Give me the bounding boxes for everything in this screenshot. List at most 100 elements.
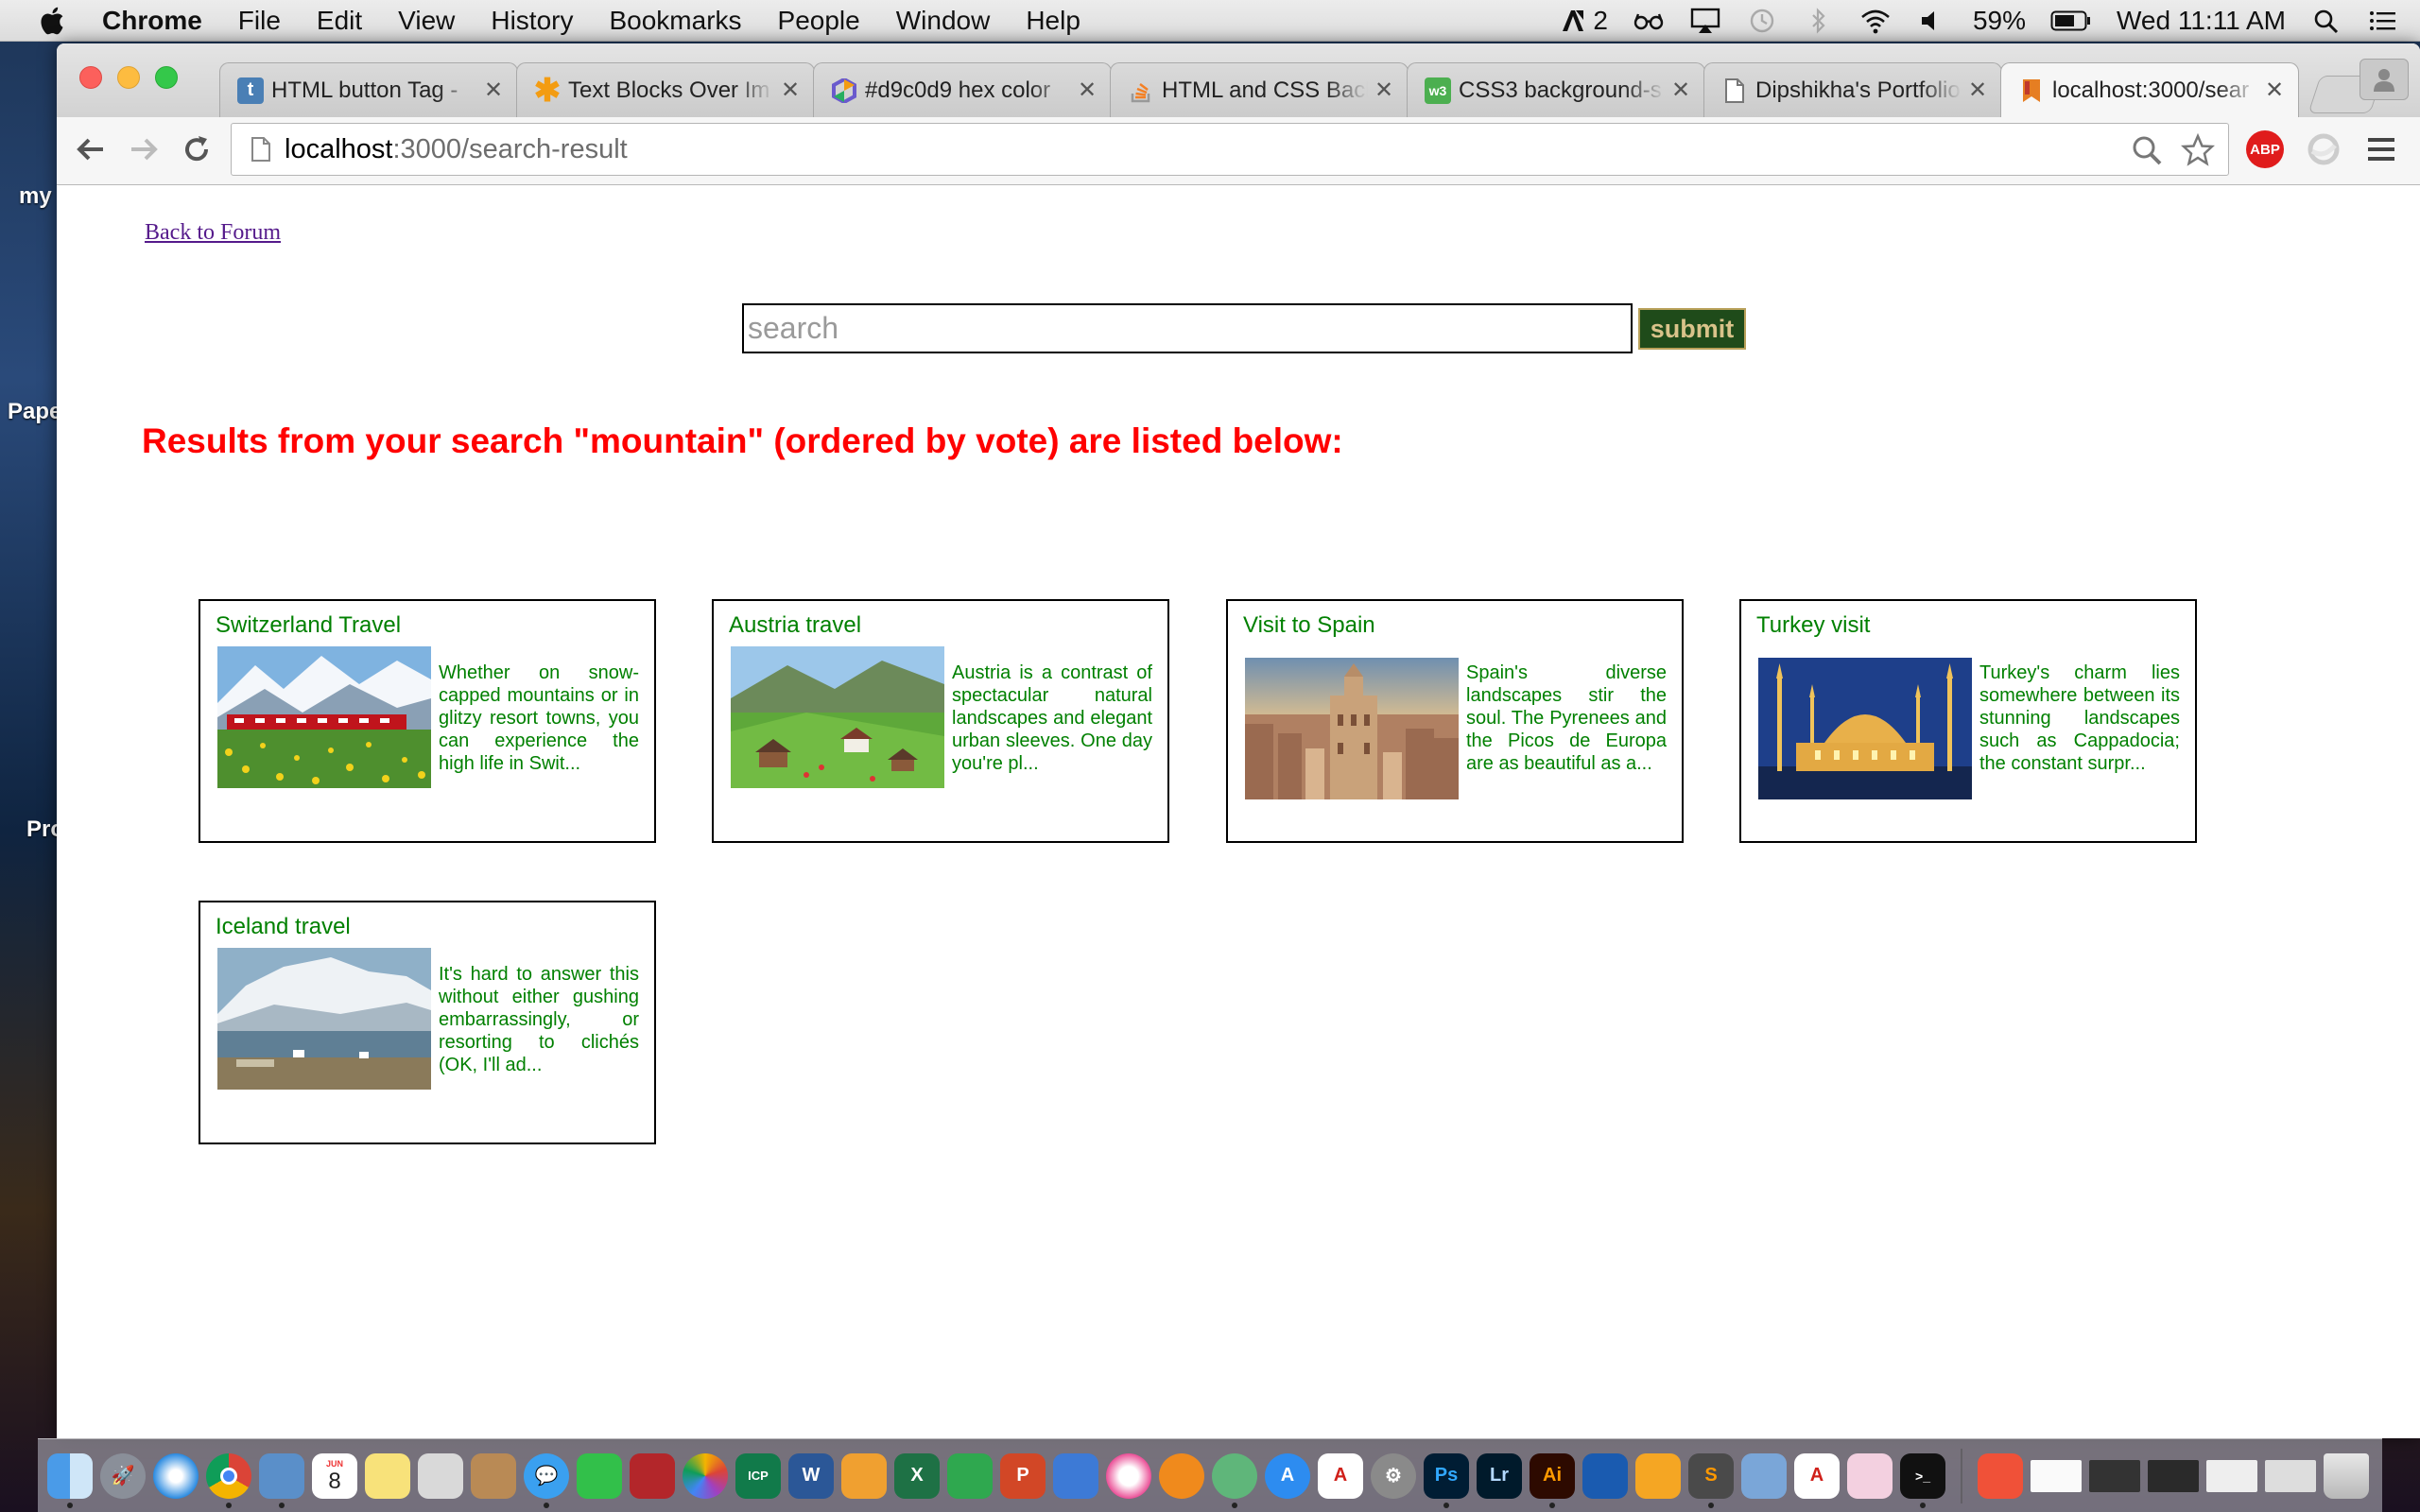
finder-icon[interactable] xyxy=(47,1452,93,1508)
wifi-icon[interactable] xyxy=(1859,7,1892,35)
acrobat-reader-icon[interactable]: A xyxy=(1794,1452,1840,1499)
result-title[interactable]: Iceland travel xyxy=(216,914,351,940)
close-tab-icon[interactable]: ✕ xyxy=(1374,77,1394,104)
close-tab-icon[interactable]: ✕ xyxy=(1077,77,1098,104)
forward-button[interactable] xyxy=(125,130,163,168)
profile-button[interactable] xyxy=(2360,59,2409,100)
keynote-icon[interactable] xyxy=(1053,1452,1098,1499)
glasses-icon[interactable] xyxy=(1633,7,1665,35)
facetime-icon[interactable] xyxy=(577,1452,622,1499)
zoom-window-button[interactable] xyxy=(155,66,178,89)
excel-icon[interactable]: X xyxy=(894,1452,940,1499)
flower-app-icon[interactable] xyxy=(1847,1452,1893,1499)
result-card[interactable]: Austria travel Austria is a contrast of … xyxy=(712,599,1169,843)
desktop-item-label[interactable]: Pape xyxy=(8,399,61,425)
browser-tab[interactable]: Dipshikha's Portfolio ✕ xyxy=(1703,62,2002,117)
menu-file[interactable]: File xyxy=(238,6,281,36)
close-tab-icon[interactable]: ✕ xyxy=(1670,77,1691,104)
photoshop-icon[interactable]: Ps xyxy=(1424,1452,1469,1508)
menu-bookmarks[interactable]: Bookmarks xyxy=(609,6,741,36)
window-thumb-3[interactable] xyxy=(2148,1459,2199,1492)
window-thumb-5[interactable] xyxy=(2265,1459,2316,1492)
bluetooth-icon[interactable] xyxy=(1803,7,1835,35)
result-title[interactable]: Visit to Spain xyxy=(1243,612,1375,639)
window-thumb-1[interactable] xyxy=(2031,1459,2082,1492)
acrobat-icon[interactable]: A xyxy=(1318,1452,1363,1499)
search-input[interactable] xyxy=(742,303,1633,353)
swift-icon[interactable] xyxy=(1978,1452,2023,1499)
battery-percent[interactable]: 59% xyxy=(1973,6,2026,36)
apple-icon[interactable] xyxy=(38,5,70,37)
browser-tab[interactable]: w3 CSS3 background-s ✕ xyxy=(1407,62,1705,117)
battery-icon[interactable] xyxy=(2050,9,2092,33)
reload-button[interactable] xyxy=(178,130,216,168)
icp-icon[interactable]: ICP xyxy=(735,1452,781,1499)
close-tab-icon[interactable]: ✕ xyxy=(780,77,801,104)
menu-people[interactable]: People xyxy=(778,6,860,36)
adblock-plus-icon[interactable]: ABP xyxy=(2246,130,2284,168)
preview-app-icon[interactable] xyxy=(1741,1452,1787,1499)
close-tab-icon[interactable]: ✕ xyxy=(483,77,504,104)
browser-tab[interactable]: #d9c0d9 hex color ✕ xyxy=(813,62,1112,117)
contacts-icon[interactable] xyxy=(471,1452,516,1499)
time-machine-icon[interactable] xyxy=(1746,7,1778,35)
photo-booth-icon[interactable] xyxy=(630,1452,675,1499)
sublime-icon[interactable]: S xyxy=(1688,1452,1734,1508)
result-card[interactable]: Switzerland Travel Whether on snow-cappe… xyxy=(199,599,656,843)
preview-icon[interactable] xyxy=(259,1452,304,1508)
window-thumb-4[interactable] xyxy=(2206,1459,2257,1492)
clock[interactable]: Wed 11:11 AM xyxy=(2117,6,2286,36)
close-tab-icon[interactable]: ✕ xyxy=(1967,77,1988,104)
word-icon[interactable]: W xyxy=(788,1452,834,1499)
result-card[interactable]: Turkey visit Turkey's charm lies somewhe… xyxy=(1739,599,2197,843)
result-title[interactable]: Turkey visit xyxy=(1756,612,1870,639)
extension-icon[interactable] xyxy=(2305,130,2342,168)
terminal-icon[interactable]: >_ xyxy=(1900,1452,1945,1508)
sourcetree-icon[interactable] xyxy=(1582,1452,1628,1499)
menu-help[interactable]: Help xyxy=(1026,6,1080,36)
photos-icon[interactable] xyxy=(683,1452,728,1499)
atom-icon[interactable] xyxy=(1212,1452,1257,1508)
browser-tab[interactable]: HTML and CSS Back ✕ xyxy=(1110,62,1409,117)
illustrator-icon[interactable]: Ai xyxy=(1530,1452,1575,1508)
adobe-notification-icon[interactable]: 2 xyxy=(1557,6,1608,36)
result-title[interactable]: Switzerland Travel xyxy=(216,612,401,639)
sketch-icon[interactable] xyxy=(1635,1452,1681,1499)
desktop-item-label[interactable]: my xyxy=(19,183,52,210)
browser-tab-active[interactable]: localhost:3000/sear ✕ xyxy=(2000,62,2299,117)
lightroom-icon[interactable]: Lr xyxy=(1477,1452,1522,1499)
messages-icon[interactable]: 💬 xyxy=(524,1452,569,1508)
app-store-icon[interactable]: A xyxy=(1265,1452,1310,1499)
window-thumb-2[interactable] xyxy=(2089,1459,2140,1492)
submit-button[interactable]: submit xyxy=(1638,308,1746,350)
notification-center-icon[interactable] xyxy=(2367,7,2399,35)
close-tab-icon[interactable]: ✕ xyxy=(2264,77,2285,104)
menu-edit[interactable]: Edit xyxy=(317,6,362,36)
chrome-icon[interactable] xyxy=(206,1452,251,1508)
result-card[interactable]: Visit to Spain Spain's diverse landscape… xyxy=(1226,599,1684,843)
safari-icon[interactable] xyxy=(153,1452,199,1499)
result-title[interactable]: Austria travel xyxy=(729,612,861,639)
back-button[interactable] xyxy=(72,130,110,168)
itunes-icon[interactable]: ♪ xyxy=(1106,1452,1151,1499)
close-window-button[interactable] xyxy=(79,66,102,89)
launchpad-icon[interactable]: 🚀 xyxy=(100,1452,146,1499)
result-card[interactable]: Iceland travel It's hard to answer this … xyxy=(199,901,656,1144)
back-to-forum-link[interactable]: Back to Forum xyxy=(145,220,281,246)
menu-app-name[interactable]: Chrome xyxy=(102,6,202,36)
browser-tab[interactable]: ✱ Text Blocks Over Im ✕ xyxy=(516,62,815,117)
minimize-window-button[interactable] xyxy=(117,66,140,89)
notes-icon[interactable] xyxy=(365,1452,410,1499)
chrome-menu-icon[interactable] xyxy=(2365,132,2397,166)
numbers-icon[interactable] xyxy=(947,1452,993,1499)
menu-history[interactable]: History xyxy=(491,6,573,36)
trash-icon[interactable] xyxy=(2324,1452,2369,1499)
address-bar[interactable]: localhost:3000/search-result xyxy=(231,123,2229,176)
bookmark-star-icon[interactable] xyxy=(2181,133,2215,167)
volume-icon[interactable] xyxy=(1916,7,1948,35)
menu-view[interactable]: View xyxy=(398,6,455,36)
pages-icon[interactable] xyxy=(841,1452,887,1499)
browser-tab[interactable]: t HTML button Tag - ✕ xyxy=(219,62,518,117)
search-zoom-icon[interactable] xyxy=(2130,133,2164,167)
menu-window[interactable]: Window xyxy=(896,6,991,36)
